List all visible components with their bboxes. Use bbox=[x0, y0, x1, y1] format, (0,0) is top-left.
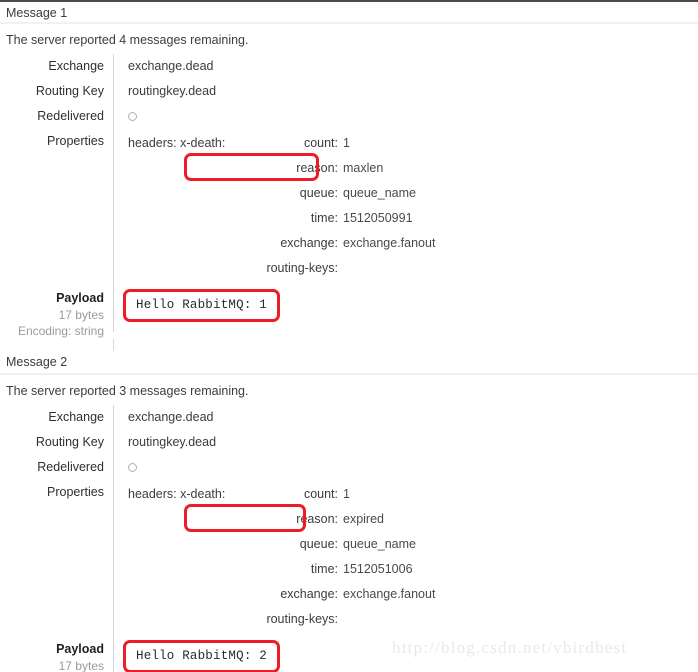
property-key: routing-keys: bbox=[266, 261, 338, 275]
row-routing-key-2: Routing Key routingkey.dead bbox=[0, 430, 698, 455]
property-line-queue: queue: queue_name bbox=[128, 181, 698, 206]
payload-body: Hello RabbitMQ: 2 bbox=[123, 640, 280, 672]
properties-grid-2: headers: x-death: count: 1 reason: expir… bbox=[128, 482, 698, 632]
payload-label-block: Payload 17 bytes Encoding: string bbox=[0, 636, 113, 672]
property-key: reason: bbox=[296, 161, 338, 175]
row-redelivered-2: Redelivered bbox=[0, 455, 698, 480]
property-key: routing-keys: bbox=[266, 612, 338, 626]
property-key: queue: bbox=[299, 537, 338, 551]
property-line-count: headers: x-death: count: 1 bbox=[128, 482, 698, 507]
property-key: time: bbox=[310, 562, 338, 576]
properties-headers-label: headers: x-death: bbox=[128, 482, 246, 507]
row-properties-1: Properties headers: x-death: count: 1 re… bbox=[0, 129, 698, 285]
property-key: exchange: bbox=[280, 236, 338, 250]
row-value-redelivered bbox=[113, 104, 698, 129]
message-header-label: Message 1 bbox=[6, 6, 68, 20]
row-exchange-1: Exchange exchange.dead bbox=[0, 54, 698, 79]
payload-label-block: Payload 17 bytes Encoding: string bbox=[0, 285, 113, 339]
tail-spacer-divider bbox=[113, 339, 698, 351]
property-line-time: time: 1512051006 bbox=[128, 557, 698, 582]
row-label-exchange: Exchange bbox=[48, 59, 104, 73]
property-value: 1 bbox=[343, 487, 350, 501]
headers-key: headers: bbox=[128, 136, 177, 150]
row-value-properties: headers: x-death: count: 1 reason: maxle… bbox=[113, 129, 698, 285]
message-header-2: Message 2 bbox=[0, 351, 698, 375]
property-value: maxlen bbox=[343, 161, 384, 175]
row-label-redelivered: Redelivered bbox=[37, 109, 104, 123]
property-key: exchange: bbox=[280, 587, 338, 601]
row-label-properties: Properties bbox=[47, 485, 104, 499]
message-header-1: Message 1 bbox=[0, 0, 698, 24]
watermark: http://blog.csdn.net/vbirdbest bbox=[392, 638, 628, 657]
property-key: reason: bbox=[296, 512, 338, 526]
payload-bytes: 17 bytes bbox=[58, 308, 104, 322]
server-status-text: The server reported 3 messages remaining… bbox=[6, 384, 249, 398]
property-line-time: time: 1512050991 bbox=[128, 206, 698, 231]
headers-key: headers: bbox=[128, 487, 177, 501]
properties-headers-label: headers: x-death: bbox=[128, 131, 246, 156]
property-line-queue: queue: queue_name bbox=[128, 532, 698, 557]
property-value: queue_name bbox=[343, 186, 416, 200]
row-value-routing-key: routingkey.dead bbox=[113, 430, 698, 455]
property-line-exchange: exchange: exchange.fanout bbox=[128, 582, 698, 607]
property-key: count: bbox=[303, 136, 338, 150]
payload-value-block: Hello RabbitMQ: 1 bbox=[113, 285, 698, 332]
property-key: count: bbox=[303, 487, 338, 501]
properties-grid-1: headers: x-death: count: 1 reason: maxle… bbox=[128, 131, 698, 281]
x-death-key: x-death: bbox=[180, 487, 226, 501]
property-value: 1512050991 bbox=[343, 211, 413, 225]
row-value-routing-key: routingkey.dead bbox=[113, 79, 698, 104]
server-status-line-1: The server reported 4 messages remaining… bbox=[0, 24, 698, 54]
property-line-count: headers: x-death: count: 1 bbox=[128, 131, 698, 156]
property-line-routing-keys: routing-keys: bbox=[128, 256, 698, 281]
row-redelivered-1: Redelivered bbox=[0, 104, 698, 129]
property-line-reason: reason: expired bbox=[128, 504, 698, 532]
property-value: 1 bbox=[343, 136, 350, 150]
property-line-routing-keys: routing-keys: bbox=[128, 607, 698, 632]
server-status-text: The server reported 4 messages remaining… bbox=[6, 33, 249, 47]
row-value-exchange: exchange.dead bbox=[113, 54, 698, 79]
x-death-key: x-death: bbox=[180, 136, 226, 150]
property-value: queue_name bbox=[343, 537, 416, 551]
redelivered-circle-icon bbox=[128, 463, 137, 472]
payload-title: Payload bbox=[56, 291, 104, 305]
row-value-exchange: exchange.dead bbox=[113, 405, 698, 430]
server-status-line-2: The server reported 3 messages remaining… bbox=[0, 375, 698, 405]
payload-title: Payload bbox=[56, 642, 104, 656]
row-exchange-2: Exchange exchange.dead bbox=[0, 405, 698, 430]
message-viewer-page: Message 1 The server reported 4 messages… bbox=[0, 0, 698, 672]
property-key: queue: bbox=[299, 186, 338, 200]
message-detail-rows-1: Exchange exchange.dead Routing Key routi… bbox=[0, 54, 698, 351]
row-value-properties: headers: x-death: count: 1 reason: expir… bbox=[113, 480, 698, 636]
message-detail-rows-2: Exchange exchange.dead Routing Key routi… bbox=[0, 405, 698, 672]
row-value-redelivered bbox=[113, 455, 698, 480]
property-value: exchange.fanout bbox=[343, 236, 436, 250]
property-line-exchange: exchange: exchange.fanout bbox=[128, 231, 698, 256]
payload-bytes: 17 bytes bbox=[58, 659, 104, 672]
row-label-routing-key: Routing Key bbox=[35, 435, 104, 449]
property-value: 1512051006 bbox=[343, 562, 413, 576]
property-value: exchange.fanout bbox=[343, 587, 436, 601]
tail-spacer-label bbox=[0, 339, 113, 351]
row-label-redelivered: Redelivered bbox=[37, 460, 104, 474]
property-value: expired bbox=[343, 512, 384, 526]
row-routing-key-1: Routing Key routingkey.dead bbox=[0, 79, 698, 104]
payload-tail-spacer-1 bbox=[0, 339, 698, 351]
property-key: time: bbox=[310, 211, 338, 225]
property-line-reason: reason: maxlen bbox=[128, 153, 698, 181]
redelivered-circle-icon bbox=[128, 112, 137, 121]
row-label-routing-key: Routing Key bbox=[35, 84, 104, 98]
row-payload-1: Payload 17 bytes Encoding: string Hello … bbox=[0, 285, 698, 339]
payload-body: Hello RabbitMQ: 1 bbox=[123, 289, 280, 322]
row-label-properties: Properties bbox=[47, 134, 104, 148]
row-label-exchange: Exchange bbox=[48, 410, 104, 424]
row-properties-2: Properties headers: x-death: count: 1 re… bbox=[0, 480, 698, 636]
payload-encoding: Encoding: string bbox=[17, 324, 104, 338]
message-header-label: Message 2 bbox=[6, 355, 68, 369]
